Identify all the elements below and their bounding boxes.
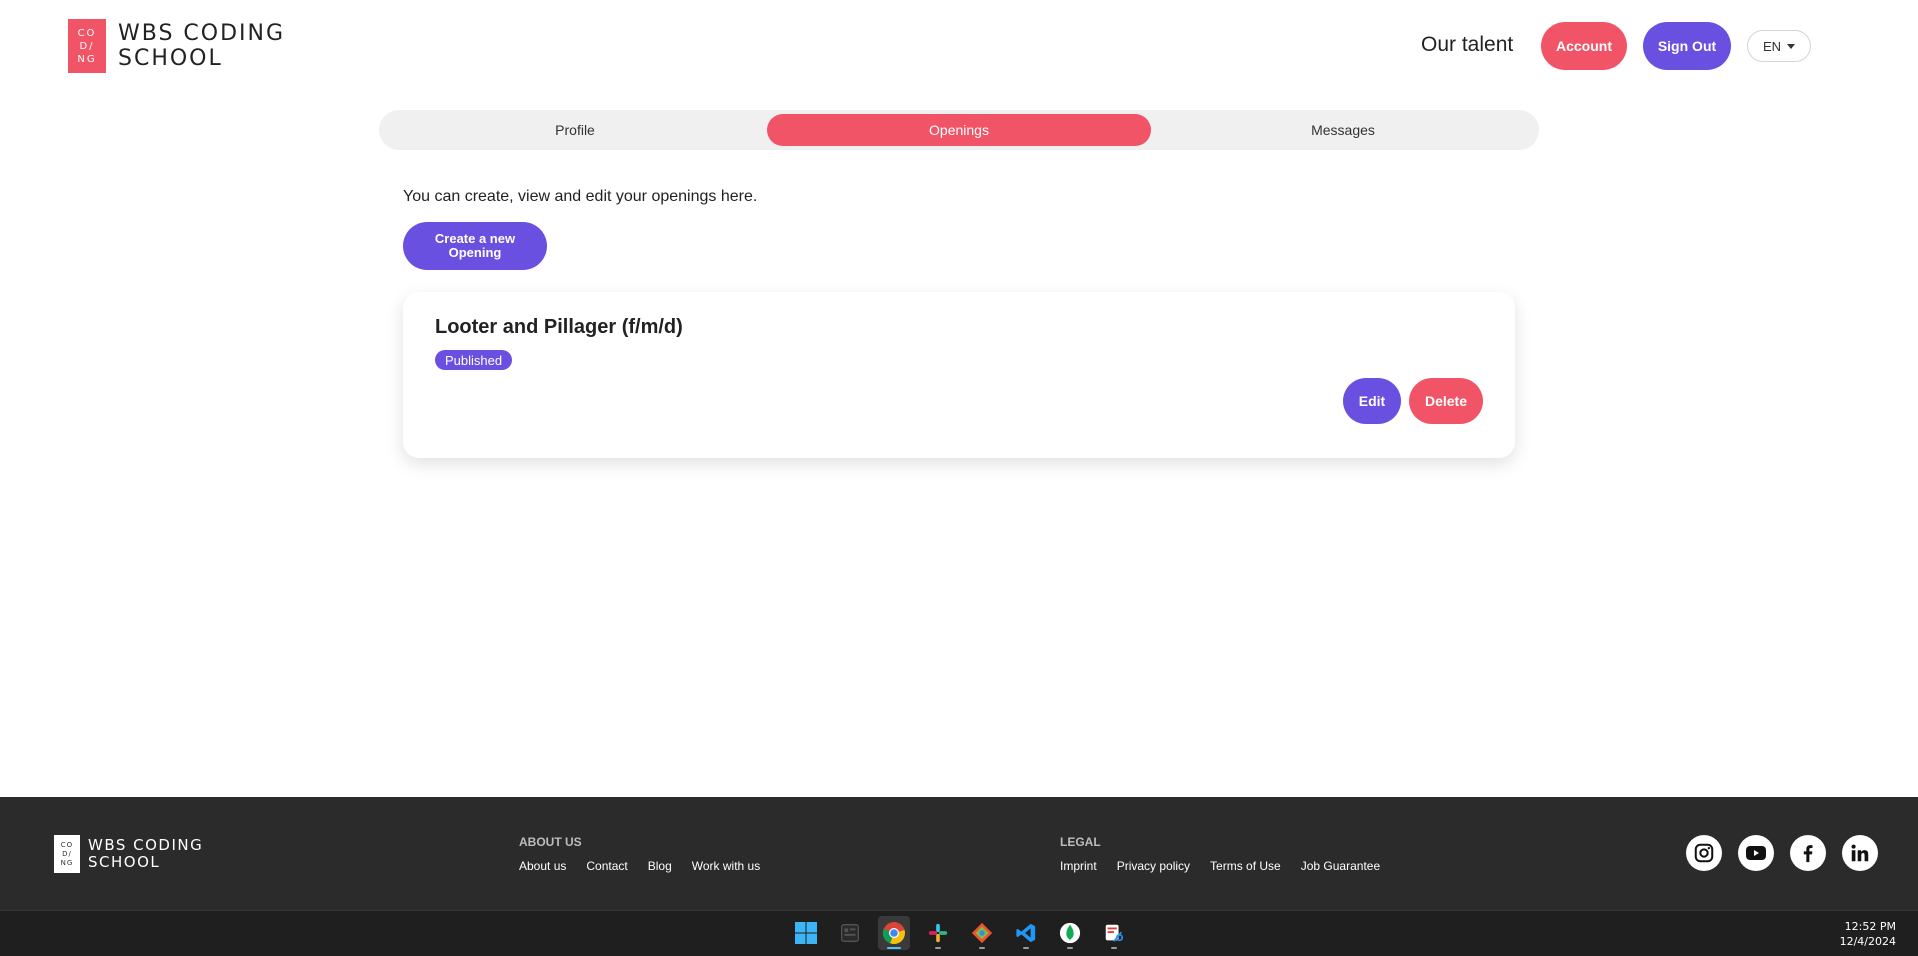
slack-icon[interactable] [922,916,954,950]
footer-logo[interactable]: CO D/ NG WBS CODING SCHOOL [54,835,203,873]
active-app-indicator [887,947,901,949]
sign-out-button[interactable]: Sign Out [1643,22,1731,70]
tab-profile[interactable]: Profile [383,114,767,146]
git-icon[interactable] [966,916,998,950]
task-view-icon[interactable] [834,916,866,950]
site-footer: CO D/ NG WBS CODING SCHOOL ABOUT US Abou… [0,797,1918,910]
taskbar-apps [790,916,1130,950]
footer-link-privacy-policy[interactable]: Privacy policy [1117,859,1190,873]
openings-intro-text: You can create, view and edit your openi… [403,188,758,205]
footer-about-heading: ABOUT US [519,835,582,849]
tab-messages[interactable]: Messages [1151,114,1535,146]
youtube-icon[interactable] [1738,835,1774,871]
footer-legal-section: LEGAL Imprint Privacy policy Terms of Us… [1060,835,1380,873]
opening-card: Looter and Pillager (f/m/d) Published Ed… [403,292,1515,458]
opening-title: Looter and Pillager (f/m/d) [435,316,683,338]
create-opening-button[interactable]: Create a new Opening [403,222,547,270]
social-links [1686,835,1878,871]
logo-mark: CO D/ NG [68,19,106,73]
footer-logo-text: WBS CODING SCHOOL [88,836,204,871]
footer-link-imprint[interactable]: Imprint [1060,859,1097,873]
footer-link-terms-of-use[interactable]: Terms of Use [1210,859,1281,873]
chrome-icon[interactable] [878,916,910,950]
tab-openings[interactable]: Openings [767,114,1151,146]
system-clock[interactable]: 12:52 PM 12/4/2024 [1840,919,1896,949]
snipping-tool-icon[interactable] [1098,916,1130,950]
nav-our-talent-link[interactable]: Our talent [1421,33,1513,57]
mongodb-icon[interactable] [1054,916,1086,950]
windows-start-icon[interactable] [790,916,822,950]
clock-time: 12:52 PM [1844,920,1896,933]
language-value: EN [1762,38,1782,54]
account-button[interactable]: Account [1541,22,1627,70]
wbs-logo[interactable]: CO D/ NG WBS CODING SCHOOL [68,19,285,73]
instagram-icon[interactable] [1686,835,1722,871]
footer-about-section: ABOUT US About us Contact Blog Work with… [519,835,760,873]
language-select[interactable]: EN [1747,30,1811,62]
footer-link-blog[interactable]: Blog [648,859,672,873]
footer-link-job-guarantee[interactable]: Job Guarantee [1301,859,1380,873]
footer-link-about-us[interactable]: About us [519,859,566,873]
footer-link-work-with-us[interactable]: Work with us [692,859,760,873]
footer-logo-mark: CO D/ NG [54,835,80,873]
footer-legal-heading: LEGAL [1060,835,1101,849]
chevron-down-icon [1787,43,1796,49]
site-header: CO D/ NG WBS CODING SCHOOL Our talent Ac… [0,0,1918,92]
section-tabs: Profile Openings Messages [379,110,1539,150]
facebook-icon[interactable] [1790,835,1826,871]
clock-date: 12/4/2024 [1839,935,1896,948]
delete-button[interactable]: Delete [1409,378,1483,424]
vscode-icon[interactable] [1010,916,1042,950]
status-badge: Published [435,350,513,370]
footer-link-contact[interactable]: Contact [586,859,627,873]
linkedin-icon[interactable] [1842,835,1878,871]
edit-button[interactable]: Edit [1343,378,1401,424]
logo-text: WBS CODING SCHOOL [118,21,286,71]
os-taskbar: 12:52 PM 12/4/2024 [0,910,1918,956]
